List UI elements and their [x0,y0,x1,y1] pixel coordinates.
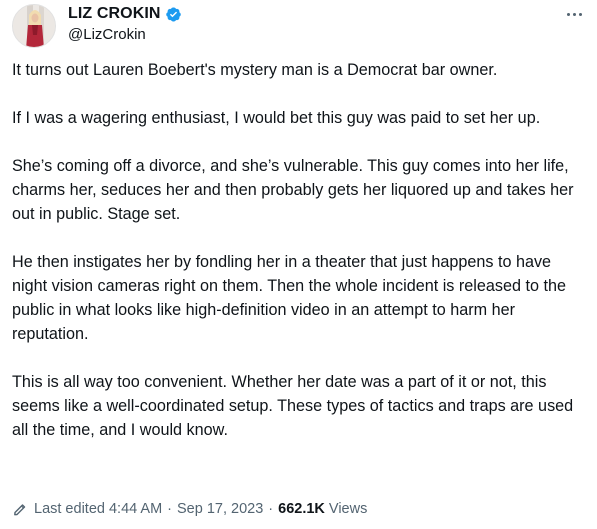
last-edited-link[interactable]: Last edited 4:44 AM [34,501,162,517]
dot [572,12,576,16]
more-options-icon[interactable] [563,4,585,24]
edit-pencil-icon[interactable] [12,501,28,517]
tweet-metadata: Last edited 4:44 AM · Sep 17, 2023 · 662… [12,501,367,517]
tweet-paragraph: He then instigates her by fondling her i… [12,253,566,343]
views-count: 662.1K [278,501,325,517]
profile-avatar[interactable] [12,4,56,48]
dot [566,12,570,16]
author-name-row: LIZ CROKIN [68,5,182,23]
separator: · [167,501,173,517]
dot [578,12,582,16]
verified-badge-icon [165,6,182,23]
author-handle[interactable]: @LizCrokin [68,26,146,43]
tweet-paragraph: It turns out Lauren Boebert's mystery ma… [12,61,498,79]
avatar-image [13,5,55,47]
tweet-text: It turns out Lauren Boebert's mystery ma… [12,58,590,442]
tweet-date[interactable]: Sep 17, 2023 [177,501,263,517]
tweet-paragraph: If I was a wagering enthusiast, I would … [12,109,541,127]
views-label: Views [328,501,368,517]
tweet-paragraph: She’s coming off a divorce, and she’s vu… [12,157,574,223]
separator: · [268,501,274,517]
display-name[interactable]: LIZ CROKIN [68,5,161,23]
tweet-paragraph: This is all way too convenient. Whether … [12,373,574,439]
